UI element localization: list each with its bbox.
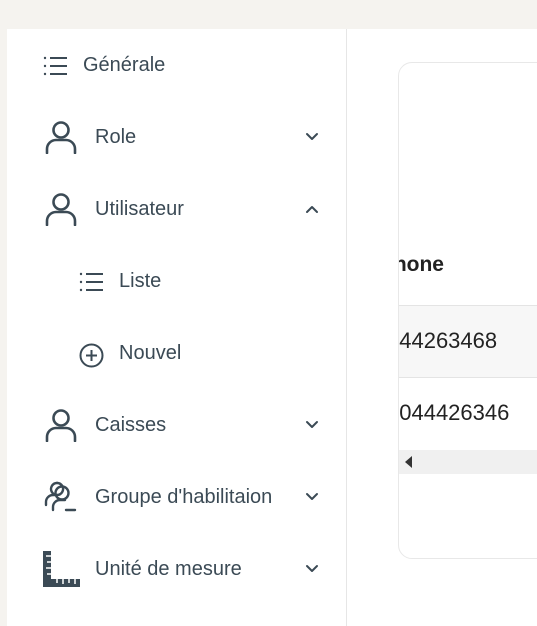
sidebar-subitem-liste[interactable]: Liste [7, 261, 346, 301]
table-row[interactable]: 544263468 [399, 305, 537, 378]
sidebar-item-utilisateur[interactable]: Utilisateur [7, 189, 346, 229]
ruler-icon [42, 550, 82, 588]
sidebar-item-label: Unité de mesure [95, 558, 242, 580]
user-icon [44, 408, 78, 442]
user-icon [44, 192, 78, 226]
sidebar-item-unite-de-mesure[interactable]: Unité de mesure [7, 549, 346, 589]
sidebar-item-label: Utilisateur [95, 198, 184, 220]
sidebar-subitem-nouvel[interactable]: Nouvel [7, 333, 346, 373]
next-item-icon-partial [45, 621, 75, 626]
list-icon [79, 271, 105, 293]
phone-cell: 5044426346 [398, 400, 510, 425]
list-icon [43, 55, 69, 77]
sidebar: Générale Role Utilisateur Liste Nouvel C… [7, 29, 347, 626]
sidebar-item-caisses[interactable]: Caisses [7, 405, 346, 445]
sidebar-item-groupe-habilitation[interactable]: Groupe d'habilitaion [7, 477, 346, 517]
sidebar-item-label: Générale [83, 54, 166, 76]
chevron-down-icon[interactable] [303, 128, 321, 146]
chevron-down-icon[interactable] [303, 416, 321, 434]
table-row[interactable]: 5044426346 [399, 377, 537, 451]
sidebar-item-label: Groupe d'habilitaion [95, 486, 273, 508]
user-group-icon [43, 479, 79, 515]
sidebar-item-generale[interactable]: Générale [7, 45, 346, 85]
phone-cell: 544263468 [398, 328, 498, 353]
user-icon [44, 120, 78, 154]
main-content: phone 544263468 5044426346 [347, 29, 537, 626]
plus-circle-icon [79, 343, 104, 368]
sidebar-item-label: Liste [119, 270, 162, 292]
table-card: phone 544263468 5044426346 [398, 62, 537, 559]
chevron-down-icon[interactable] [303, 560, 321, 578]
sidebar-item-label: Caisses [95, 414, 167, 436]
chevron-up-icon[interactable] [303, 200, 321, 218]
scroll-left-icon[interactable] [405, 456, 412, 468]
sidebar-item-label: Role [95, 126, 137, 148]
sidebar-item-role[interactable]: Role [7, 117, 346, 157]
horizontal-scrollbar[interactable] [399, 450, 537, 474]
sidebar-item-label: Nouvel [119, 342, 182, 364]
chevron-down-icon[interactable] [303, 488, 321, 506]
column-header-phone: phone [399, 253, 444, 276]
